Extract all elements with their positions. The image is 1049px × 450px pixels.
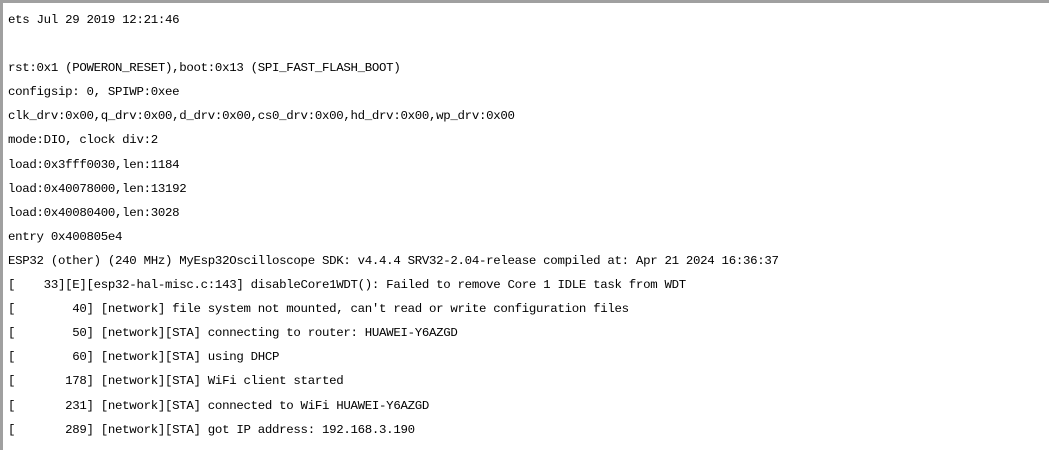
terminal-line: entry 0x400805e4 bbox=[8, 229, 123, 244]
terminal-line: configsip: 0, SPIWP:0xee bbox=[8, 85, 180, 100]
terminal-line: load:0x3fff0030,len:1184 bbox=[8, 157, 180, 172]
terminal-line: [ 289] [network][STA] got IP address: 19… bbox=[8, 422, 415, 437]
terminal-line: [ 33][E][esp32-hal-misc.c:143] disableCo… bbox=[8, 278, 686, 293]
terminal-line: clk_drv:0x00,q_drv:0x00,d_drv:0x00,cs0_d… bbox=[8, 109, 515, 124]
serial-terminal-output[interactable]: ets Jul 29 2019 12:21:46 rst:0x1 (POWERON… bbox=[0, 0, 1049, 450]
terminal-line: load:0x40078000,len:13192 bbox=[8, 181, 187, 196]
terminal-line: [ 231] [network][STA] connected to WiFi … bbox=[8, 398, 430, 413]
terminal-line: [ 60] [network][STA] using DHCP bbox=[8, 350, 280, 365]
terminal-lines: ets Jul 29 2019 12:21:46 rst:0x1 (POWERON… bbox=[8, 8, 779, 442]
terminal-line: ets Jul 29 2019 12:21:46 bbox=[8, 13, 180, 27]
terminal-line: rst:0x1 (POWERON_RESET),boot:0x13 (SPI_F… bbox=[8, 61, 401, 76]
terminal-line: [ 178] [network][STA] WiFi client starte… bbox=[8, 374, 344, 389]
terminal-line: [ 50] [network][STA] connecting to route… bbox=[8, 326, 458, 341]
terminal-line: mode:DIO, clock div:2 bbox=[8, 133, 158, 148]
terminal-line: [ 40] [network] file system not mounted,… bbox=[8, 302, 629, 317]
terminal-line: ESP32 (other) (240 MHz) MyEsp32Oscillosc… bbox=[8, 253, 779, 268]
terminal-line: load:0x40080400,len:3028 bbox=[8, 205, 180, 220]
